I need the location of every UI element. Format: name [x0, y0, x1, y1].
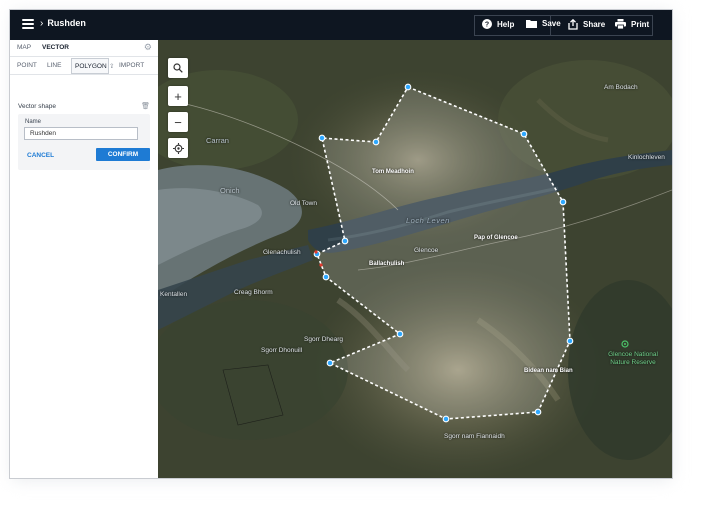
tab-vector[interactable]: VECTOR [42, 44, 69, 51]
help-icon: ? [482, 19, 492, 29]
panel-tabs: MAP VECTOR ⚙ [10, 40, 158, 56]
map-label-sgorr-dhonuill: Sgorr Dhonuill [261, 347, 303, 354]
print-icon [615, 19, 626, 29]
print-button[interactable]: Print [615, 19, 649, 29]
chevron-right-icon: › [40, 18, 44, 29]
map-label-tom-meadhoin: Tom Meadhoin [372, 169, 414, 175]
name-label: Name [25, 119, 42, 125]
map-label-sgorr-dhearg: Sgorr Dhearg [304, 336, 344, 343]
map-label-loch-leven: Loch Leven [406, 216, 450, 225]
map-label-pap-of-glencoe: Pap of Glencoe [474, 235, 518, 241]
zoom-out-button[interactable]: − [168, 112, 188, 132]
shape-card: Name CANCEL CONFIRM [18, 114, 150, 170]
side-panel: MAP VECTOR ⚙ POINT LINE POLYGON ⇪ IMPORT… [10, 40, 159, 478]
locate-icon [172, 142, 184, 154]
share-button[interactable]: Share [568, 19, 605, 30]
svg-text:?: ? [485, 22, 489, 29]
delete-icon[interactable]: 🗑 [141, 102, 150, 110]
map-view[interactable]: Am Bodach Carran Kinlochleven Onich Old … [158, 40, 672, 478]
name-field[interactable] [24, 127, 138, 140]
map-label-sgorr-nam-fiannaidh: Sgorr nam Fiannaidh [444, 433, 505, 440]
share-label: Share [583, 20, 606, 29]
map-label-old-town: Old Town [290, 200, 317, 207]
map-label-glenachulish: Glenachulish [263, 249, 301, 256]
map-search-button[interactable] [168, 58, 188, 78]
save-label: Save [542, 19, 561, 28]
map-label-kentallen: Kentallen [160, 291, 188, 298]
zoom-in-button[interactable]: + [168, 86, 188, 106]
page-title: Rushden [47, 18, 86, 28]
share-icon [568, 19, 578, 30]
locate-button[interactable] [168, 138, 188, 158]
section-title: Vector shape [18, 103, 56, 110]
cancel-button[interactable]: CANCEL [27, 152, 54, 159]
map-label-carran: Carran [206, 136, 229, 145]
gear-icon[interactable]: ⚙ [144, 42, 152, 53]
tool-tab-import[interactable]: IMPORT [119, 62, 144, 69]
folder-icon [526, 20, 537, 28]
zoom-out-icon: − [174, 114, 182, 130]
satellite-imagery [158, 40, 672, 478]
map-label-am-bodach: Am Bodach [604, 84, 638, 91]
search-icon [173, 63, 183, 73]
tool-tab-polygon-label: POLYGON [75, 63, 107, 70]
top-bar: › Rushden ? Help Save Share Print [10, 10, 672, 40]
save-button[interactable]: Save [526, 19, 561, 28]
map-label-ballachulish: Ballachulish [369, 261, 405, 267]
tool-tabs: POINT LINE POLYGON ⇪ IMPORT [10, 56, 158, 75]
map-label-glencoe: Glencoe [414, 247, 439, 254]
zoom-in-icon: + [174, 88, 182, 104]
map-label-bidean-nam-bian: Bidean nam Bian [524, 368, 573, 374]
app-window: › Rushden ? Help Save Share Print MAP VEC… [9, 9, 673, 479]
help-label: Help [497, 19, 515, 29]
tool-tab-point[interactable]: POINT [17, 62, 37, 69]
tab-map[interactable]: MAP [17, 44, 31, 51]
map-label-creag-bhorm: Creag Bhorm [234, 289, 273, 296]
confirm-button[interactable]: CONFIRM [96, 148, 150, 161]
help-button[interactable]: ? Help [482, 19, 514, 29]
upload-icon[interactable]: ⇪ [109, 62, 114, 70]
print-label: Print [631, 19, 650, 29]
menu-icon[interactable] [22, 19, 34, 29]
tool-tab-polygon[interactable]: POLYGON [71, 58, 109, 74]
map-label-glencoe-nnr: Glencoe National Nature Reserve [608, 351, 658, 366]
tool-tab-line[interactable]: LINE [47, 62, 61, 69]
breadcrumb: › Rushden [40, 18, 86, 29]
map-label-kinlochleven: Kinlochleven [628, 154, 665, 161]
map-label-onich: Onich [220, 186, 240, 195]
